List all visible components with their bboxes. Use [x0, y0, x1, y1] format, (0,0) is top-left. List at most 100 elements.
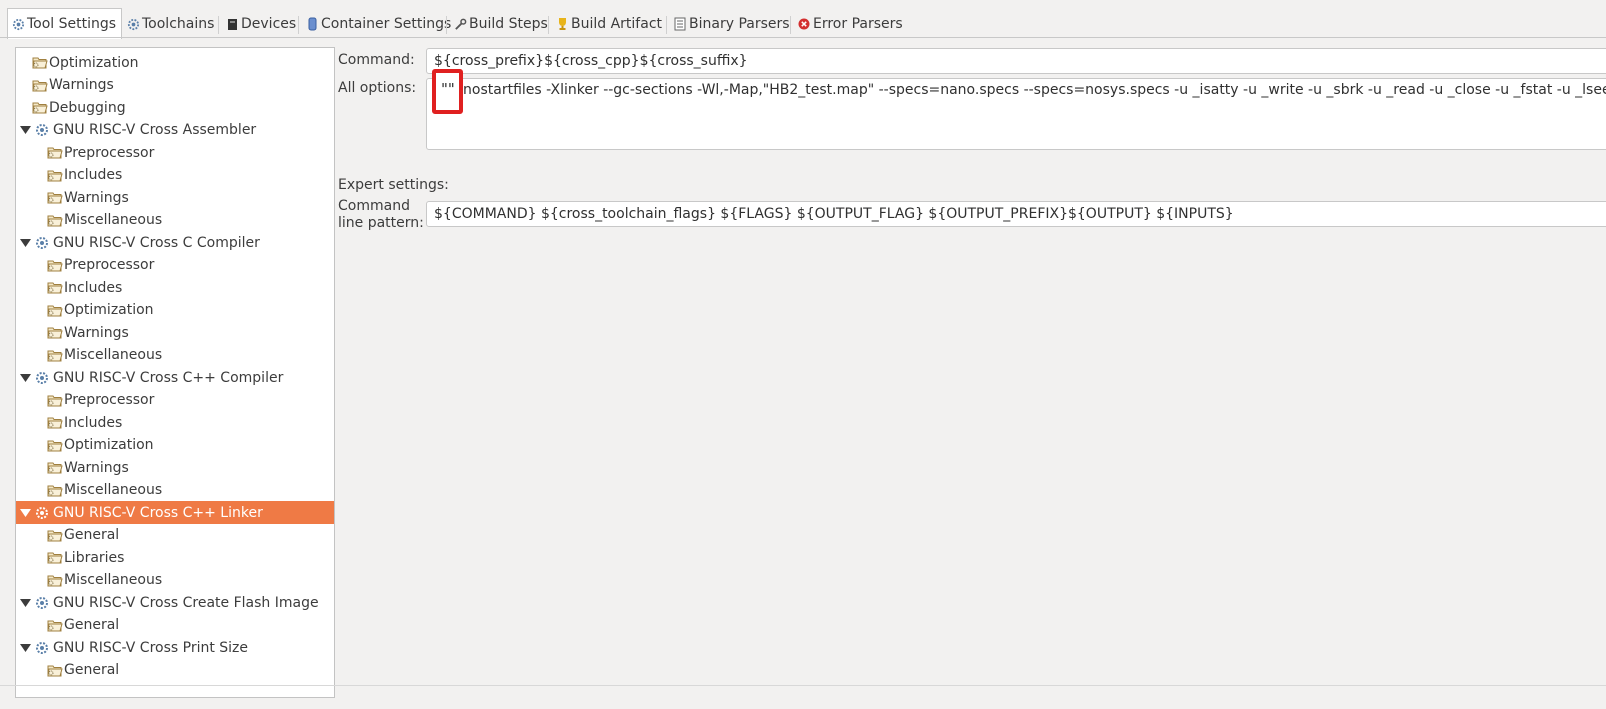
settings-folder-icon — [47, 393, 63, 408]
tree-item[interactable]: Warnings — [16, 321, 334, 344]
tree-item-label: Debugging — [49, 99, 126, 116]
container-icon — [305, 17, 319, 31]
tree-item[interactable]: Warnings — [16, 456, 334, 479]
tree-item-label: Preprocessor — [64, 257, 155, 273]
tab-tool-settings[interactable]: Tool Settings — [7, 8, 122, 39]
tree-item-label: GNU RISC-V Cross C++ Compiler — [53, 369, 284, 386]
tab-toolchains[interactable]: Toolchains — [123, 10, 214, 38]
tree-group-item[interactable]: GNU RISC-V Cross C++ Compiler — [16, 366, 334, 389]
tree-item-label: GNU RISC-V Cross Print Size — [53, 639, 249, 656]
tool-gear-icon — [35, 596, 49, 610]
tab-label: Container Settings — [321, 16, 452, 32]
empty-quotes-text: "" — [441, 80, 455, 98]
tab-bar: Tool Settings Toolchains Devices Contain… — [0, 8, 1606, 39]
tab-separator — [298, 16, 299, 34]
tab-label: Tool Settings — [27, 16, 117, 32]
tree-item-label: General — [64, 527, 120, 543]
settings-folder-icon — [47, 438, 63, 453]
tab-error-parsers[interactable]: Error Parsers — [794, 10, 903, 38]
settings-folder-icon — [47, 303, 63, 318]
tree-item-label: Warnings — [64, 459, 129, 476]
tool-gear-icon — [35, 123, 49, 137]
expand-toggle-icon[interactable] — [19, 642, 31, 654]
tree-item-label: Preprocessor — [64, 144, 155, 161]
tree-group-item[interactable]: GNU RISC-V Cross C++ Linker — [16, 501, 334, 524]
command-line-pattern-input[interactable]: ${COMMAND} ${cross_toolchain_flags} ${FL… — [426, 201, 1606, 227]
expand-toggle-icon[interactable] — [19, 507, 31, 519]
tab-separator — [790, 16, 791, 34]
settings-folder-icon — [32, 100, 48, 115]
tree-item[interactable]: General — [16, 659, 334, 682]
tab-devices[interactable]: Devices — [222, 10, 296, 38]
tab-build-steps[interactable]: Build Steps — [450, 10, 548, 38]
tree-group-item[interactable]: GNU RISC-V Cross Assembler — [16, 119, 334, 142]
tree-item[interactable]: Optimization — [16, 434, 334, 457]
tree-item[interactable]: Includes — [16, 164, 334, 187]
expert-settings-label: Expert settings: — [338, 177, 449, 193]
tree-item-label: Includes — [64, 167, 123, 183]
tree-item[interactable]: Warnings — [16, 186, 334, 209]
tree-item-label: Optimization — [64, 437, 154, 453]
tab-label: Devices — [241, 16, 297, 32]
command-label: Command: — [338, 52, 415, 68]
expand-toggle-icon[interactable] — [19, 597, 31, 609]
tree-item[interactable]: Miscellaneous — [16, 344, 334, 367]
gear-icon — [126, 17, 140, 31]
tree-group-item[interactable]: GNU RISC-V Cross Create Flash Image — [16, 591, 334, 614]
tree-item-label: Miscellaneous — [64, 482, 163, 498]
tree-item[interactable]: Miscellaneous — [16, 209, 334, 232]
tree-item[interactable]: Miscellaneous — [16, 479, 334, 502]
tab-label: Build Artifact — [571, 16, 662, 32]
tree-item[interactable]: Includes — [16, 276, 334, 299]
tab-container-settings[interactable]: Container Settings — [302, 10, 451, 38]
settings-folder-icon — [47, 415, 63, 430]
all-options-textarea[interactable]: -nostartfiles -Xlinker --gc-sections -Wl… — [426, 78, 1606, 150]
tree-item-label: GNU RISC-V Cross C Compiler — [53, 234, 260, 251]
tab-build-artifact[interactable]: Build Artifact — [552, 10, 662, 38]
tab-binary-parsers[interactable]: Binary Parsers — [670, 10, 790, 38]
tree-item[interactable]: Warnings — [16, 74, 334, 97]
settings-folder-icon — [47, 460, 63, 475]
tree-item[interactable]: Includes — [16, 411, 334, 434]
wrench-icon — [453, 17, 467, 31]
tree-item[interactable]: Preprocessor — [16, 141, 334, 164]
tree-item[interactable]: Miscellaneous — [16, 569, 334, 592]
settings-folder-icon — [47, 190, 63, 205]
tree-item[interactable]: Optimization — [16, 299, 334, 322]
tab-label: Error Parsers — [813, 16, 903, 32]
tree-item[interactable]: Preprocessor — [16, 389, 334, 412]
tree-item[interactable]: Debugging — [16, 96, 334, 119]
tree-item-label: Optimization — [49, 54, 139, 71]
tree-item-label: Libraries — [64, 549, 125, 566]
tree-group-item[interactable]: GNU RISC-V Cross Print Size — [16, 636, 334, 659]
settings-folder-icon — [47, 550, 63, 565]
tree-item[interactable]: General — [16, 524, 334, 547]
tool-settings-tree[interactable]: Optimization Warnings Debugging GNU RISC-V … — [15, 47, 335, 698]
command-input[interactable]: ${cross_prefix}${cross_cpp}${cross_suffi… — [426, 48, 1606, 74]
trophy-icon — [555, 17, 569, 31]
pattern-label-line1: Command — [338, 198, 410, 214]
tree-item-label: GNU RISC-V Cross Assembler — [53, 122, 257, 138]
tree-item-label: Includes — [64, 279, 123, 296]
tab-separator — [666, 16, 667, 34]
tree-group-item[interactable]: GNU RISC-V Cross C Compiler — [16, 231, 334, 254]
expand-toggle-icon[interactable] — [19, 124, 31, 136]
settings-folder-icon — [47, 213, 63, 228]
settings-folder-icon — [47, 483, 63, 498]
settings-folder-icon — [47, 168, 63, 183]
tool-gear-icon — [35, 506, 49, 520]
tab-underline — [0, 37, 1606, 38]
expand-toggle-icon[interactable] — [19, 237, 31, 249]
tree-item-label: Miscellaneous — [64, 572, 163, 588]
tree-item[interactable]: Libraries — [16, 546, 334, 569]
tree-item-label: GNU RISC-V Cross C++ Linker — [53, 504, 263, 521]
tree-item[interactable]: Optimization — [16, 51, 334, 74]
settings-folder-icon — [47, 325, 63, 340]
tree-item[interactable]: General — [16, 614, 334, 637]
expand-toggle-icon[interactable] — [19, 372, 31, 384]
error-icon — [797, 17, 811, 31]
settings-folder-icon — [47, 528, 63, 543]
tree-item-label: GNU RISC-V Cross Create Flash Image — [53, 594, 319, 611]
tree-item[interactable]: Preprocessor — [16, 254, 334, 277]
settings-folder-icon — [47, 573, 63, 588]
